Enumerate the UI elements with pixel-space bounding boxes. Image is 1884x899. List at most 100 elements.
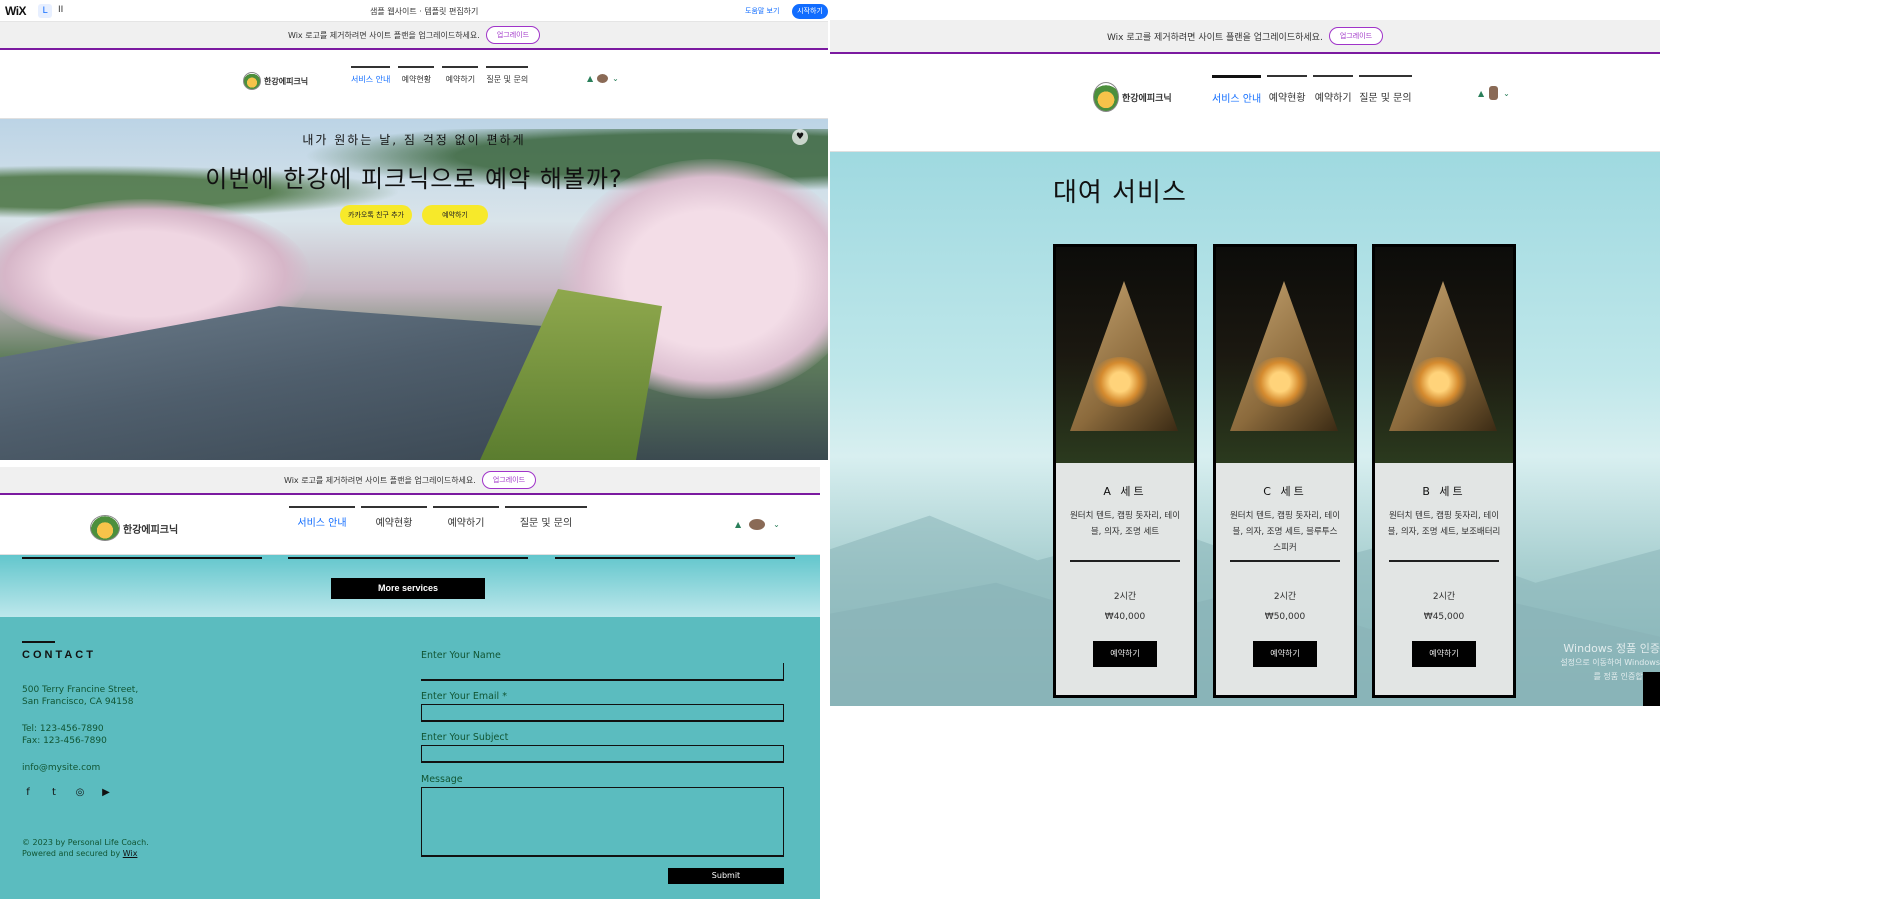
upgrade-banner-2: Wix 로고를 제거하려면 사이트 플랜을 업그레이드하세요. 업그레이드 bbox=[0, 467, 820, 495]
upgrade-banner-text-right: Wix 로고를 제거하려면 사이트 플랜을 업그레이드하세요. bbox=[1106, 32, 1323, 43]
nav-booking-2[interactable]: 예약하기 bbox=[433, 506, 499, 529]
upgrade-banner-text-2: Wix 로고를 제거하려면 사이트 플랜을 업그레이드하세요. bbox=[283, 475, 476, 485]
avatar[interactable] bbox=[597, 74, 609, 83]
nav-services-right[interactable]: 서비스 안내 bbox=[1212, 75, 1262, 105]
nav-status-2[interactable]: 예약현황 bbox=[361, 506, 427, 529]
picnic-logo-icon-2 bbox=[90, 515, 120, 541]
kakao-add-button[interactable]: 카카오톡 친구 추가 bbox=[340, 205, 412, 225]
site-logo-2[interactable]: 한강에피크닉 bbox=[90, 515, 178, 541]
rental-card-duration: 2시간 bbox=[1113, 592, 1137, 602]
site-header: 한강에피크닉 서비스 안내 예약현황 예약하기 질문 및 문의 ▲ ⌄ bbox=[0, 52, 828, 119]
rental-book-button[interactable]: 예약하기 bbox=[1253, 641, 1317, 667]
message-label: Message bbox=[421, 774, 463, 785]
card-bottom-border bbox=[288, 557, 528, 559]
rental-section: 대여 서비스 A 세트 원터치 텐트, 캠핑 돗자리, 테이블, 의자, 조명 … bbox=[830, 152, 1660, 706]
nav-booking[interactable]: 예약하기 bbox=[442, 66, 479, 85]
site-logo-text-right: 한강에피크닉 bbox=[1122, 93, 1172, 104]
chevron-down-icon[interactable]: ⌄ bbox=[612, 74, 619, 83]
tent-shape bbox=[1230, 281, 1338, 431]
upgrade-button[interactable]: 업그레이드 bbox=[485, 26, 541, 44]
rental-book-button[interactable]: 예약하기 bbox=[1093, 641, 1157, 667]
site-header-2: 한강에피크닉 서비스 안내 예약현황 예약하기 질문 및 문의 ▲ ⌄ bbox=[0, 497, 820, 555]
subject-field[interactable] bbox=[421, 745, 784, 763]
facebook-icon[interactable]: f bbox=[22, 787, 34, 799]
rental-card-body: C 세트 원터치 텐트, 캠핑 돗자리, 테이블, 의자, 조명 세트, 블루투… bbox=[1216, 463, 1354, 695]
left-page-view: WiX L II 샘플 웹사이트 · 템플릿 편집하기 도움말 보기 시작하기 … bbox=[0, 0, 828, 899]
nav-faq[interactable]: 질문 및 문의 bbox=[486, 66, 529, 85]
message-field[interactable] bbox=[421, 787, 784, 857]
chevron-down-icon[interactable]: ⌄ bbox=[773, 520, 780, 529]
chevron-down-icon[interactable]: ⌄ bbox=[1503, 89, 1510, 98]
hero-reserve-button[interactable]: 예약하기 bbox=[421, 205, 488, 225]
contact-address-line1: 500 Terry Francine Street, bbox=[22, 685, 139, 695]
rental-card-body: A 세트 원터치 텐트, 캠핑 돗자리, 테이블, 의자, 조명 세트 2시간 … bbox=[1056, 463, 1194, 695]
avatar[interactable] bbox=[749, 519, 766, 530]
rental-card-price: ₩50,000 bbox=[1264, 612, 1306, 622]
more-services-button[interactable]: More services bbox=[331, 578, 485, 599]
picnic-logo-icon-right bbox=[1093, 82, 1119, 112]
avatar[interactable] bbox=[1489, 86, 1499, 100]
watermark-line1: Windows 정품 인증 bbox=[1563, 642, 1660, 655]
mode-icon[interactable]: L bbox=[38, 4, 52, 18]
bell-icon[interactable]: ▲ bbox=[1478, 89, 1484, 98]
tent-image bbox=[1375, 247, 1513, 463]
twitter-icon[interactable]: t bbox=[48, 787, 60, 799]
hero-section: 내가 원하는 날, 짐 걱정 없이 편하게 이번에 한강에 피크닉으로 예약 해… bbox=[0, 119, 828, 460]
name-label: Enter Your Name bbox=[421, 650, 501, 661]
rental-card-divider bbox=[1230, 560, 1340, 562]
wix-link[interactable]: Wix bbox=[123, 849, 138, 858]
upgrade-button-right[interactable]: 업그레이드 bbox=[1328, 27, 1384, 45]
rental-card-duration: 2시간 bbox=[1273, 592, 1297, 602]
contact-title: CONTACT bbox=[22, 649, 96, 661]
rental-card: A 세트 원터치 텐트, 캠핑 돗자리, 테이블, 의자, 조명 세트 2시간 … bbox=[1053, 244, 1197, 698]
contact-address-line2: San Francisco, CA 94158 bbox=[22, 697, 134, 707]
rental-card-desc: 원터치 텐트, 캠핑 돗자리, 테이블, 의자, 조명 세트, 블루투스 스피커 bbox=[1229, 511, 1341, 553]
upgrade-button-2[interactable]: 업그레이드 bbox=[481, 471, 537, 489]
nav-faq-2[interactable]: 질문 및 문의 bbox=[505, 506, 587, 529]
powered-by: Powered and secured by Wix bbox=[22, 848, 149, 859]
wix-logo[interactable]: WiX bbox=[5, 4, 27, 18]
side-scroll-tab[interactable] bbox=[1643, 672, 1660, 706]
pause-icon[interactable]: II bbox=[58, 5, 63, 15]
site-logo-text: 한강에피크닉 bbox=[264, 76, 309, 86]
copyright: © 2023 by Personal Life Coach. Powered a… bbox=[22, 837, 149, 859]
site-logo[interactable]: 한강에피크닉 bbox=[243, 72, 308, 90]
hero-buttons: 카카오톡 친구 추가 예약하기 bbox=[0, 205, 828, 225]
site-logo-right[interactable]: 한강에피크닉 bbox=[1093, 82, 1172, 112]
rental-card-price: ₩40,000 bbox=[1104, 612, 1146, 622]
tent-light bbox=[1409, 357, 1469, 407]
rental-card-name: A 세트 bbox=[1103, 485, 1147, 498]
nav-services[interactable]: 서비스 안내 bbox=[351, 66, 391, 85]
nav-status[interactable]: 예약현황 bbox=[398, 66, 435, 85]
rental-card: C 세트 원터치 텐트, 캠핑 돗자리, 테이블, 의자, 조명 세트, 블루투… bbox=[1213, 244, 1357, 698]
hero-subtitle: 내가 원하는 날, 짐 걱정 없이 편하게 bbox=[302, 133, 526, 147]
rental-card-divider bbox=[1389, 560, 1499, 562]
instagram-icon[interactable]: ◎ bbox=[74, 787, 86, 799]
editor-help-link[interactable]: 도움말 보기 bbox=[745, 6, 779, 16]
rental-card-desc: 원터치 텐트, 캠핑 돗자리, 테이블, 의자, 조명 세트 bbox=[1069, 511, 1181, 537]
rental-title: 대여 서비스 bbox=[1053, 178, 1187, 208]
nav-status-right[interactable]: 예약현황 bbox=[1267, 75, 1308, 105]
bell-icon[interactable]: ▲ bbox=[587, 74, 593, 83]
contact-divider bbox=[22, 641, 55, 643]
submit-button[interactable]: Submit bbox=[668, 868, 784, 884]
site-header-right: 한강에피크닉 서비스 안내 예약현황 예약하기 질문 및 문의 ▲ ⌄ bbox=[830, 54, 1660, 152]
main-nav-2: 서비스 안내 예약현황 예약하기 질문 및 문의 bbox=[289, 506, 587, 529]
contact-email[interactable]: info@mysite.com bbox=[22, 762, 100, 774]
nav-faq-right[interactable]: 질문 및 문의 bbox=[1359, 75, 1412, 105]
rental-book-button[interactable]: 예약하기 bbox=[1412, 641, 1476, 667]
card-bottom-border bbox=[555, 557, 795, 559]
youtube-icon[interactable]: ▶ bbox=[100, 787, 112, 799]
rental-card-price: ₩45,000 bbox=[1423, 612, 1465, 622]
email-field[interactable] bbox=[421, 704, 784, 722]
nav-booking-right[interactable]: 예약하기 bbox=[1313, 75, 1354, 105]
tent-light bbox=[1090, 357, 1150, 407]
bell-icon[interactable]: ▲ bbox=[735, 520, 741, 529]
upgrade-banner-text: Wix 로고를 제거하려면 사이트 플랜을 업그레이드하세요. bbox=[287, 30, 480, 40]
nav-services-2[interactable]: 서비스 안내 bbox=[289, 506, 355, 529]
name-field[interactable] bbox=[421, 663, 784, 681]
header-icons-2: ▲ ⌄ bbox=[735, 519, 780, 530]
editor-start-button[interactable]: 시작하기 bbox=[792, 4, 828, 19]
contact-section: CONTACT 500 Terry Francine Street, San F… bbox=[0, 617, 820, 899]
heart-icon[interactable]: ♥ bbox=[792, 129, 808, 145]
